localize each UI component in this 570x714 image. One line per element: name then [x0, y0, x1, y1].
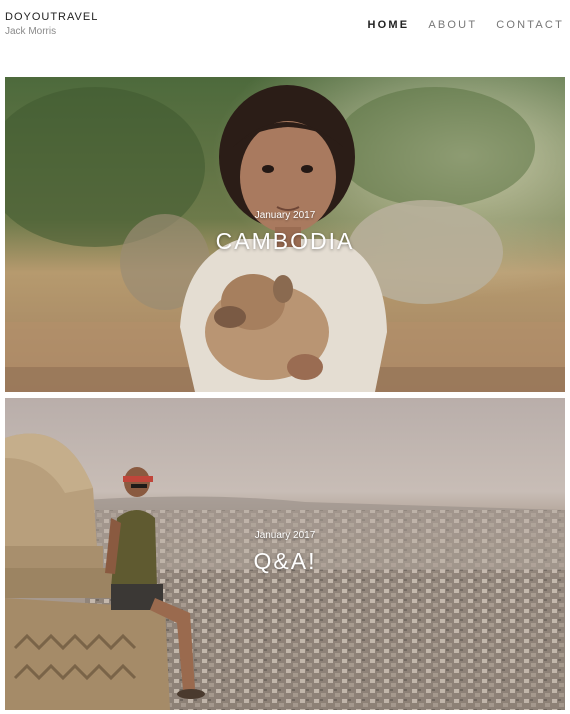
- post-overlay: January 2017 Q&A!: [5, 530, 565, 575]
- post-card-cambodia[interactable]: January 2017 CAMBODIA: [5, 77, 565, 392]
- post-title[interactable]: Q&A!: [5, 548, 565, 575]
- site-header: DOYOUTRAVEL Jack Morris HOME ABOUT CONTA…: [0, 0, 570, 60]
- post-card-qa[interactable]: January 2017 Q&A!: [5, 398, 565, 710]
- nav-home-link[interactable]: HOME: [368, 19, 410, 31]
- post-title[interactable]: CAMBODIA: [5, 228, 565, 255]
- post-date: January 2017: [254, 210, 316, 221]
- post-overlay: January 2017 CAMBODIA: [5, 210, 565, 255]
- nav-about-link[interactable]: ABOUT: [428, 19, 477, 31]
- nav-contact-link[interactable]: CONTACT: [496, 19, 564, 31]
- main-nav: HOME ABOUT CONTACT: [368, 19, 564, 31]
- site-title[interactable]: DOYOUTRAVEL: [5, 11, 98, 23]
- post-date: January 2017: [254, 530, 316, 541]
- site-author: Jack Morris: [5, 26, 57, 37]
- brand[interactable]: DOYOUTRAVEL Jack Morris: [5, 11, 98, 37]
